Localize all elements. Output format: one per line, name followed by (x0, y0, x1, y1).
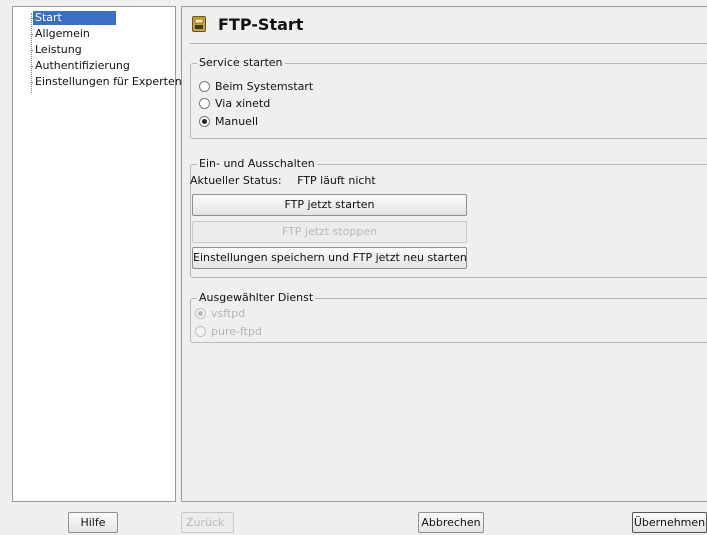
service-start-group: Service starten Beim Systemstart Via xin… (190, 56, 707, 139)
radio-label: Beim Systemstart (215, 79, 314, 93)
radio-label: vsftpd (211, 306, 246, 320)
page-title: FTP-Start (218, 15, 304, 34)
daemon-group: Ausgewählter Dienst vsftpd pure-ftpd (190, 291, 707, 343)
radio-beim-systemstart[interactable]: Beim Systemstart (199, 78, 313, 94)
radio-pure-ftpd[interactable]: pure-ftpd (195, 323, 262, 339)
help-button[interactable]: Hilfe (68, 512, 118, 533)
radio-button[interactable] (199, 97, 210, 109)
radio-vsftpd[interactable]: vsftpd (195, 305, 245, 321)
radio-label: Manuell (215, 114, 259, 128)
daemon-legend: Ausgewählter Dienst (197, 291, 316, 304)
service-start-legend: Service starten (197, 56, 285, 69)
navigation-tree[interactable]: Start Allgemein Leistung Authentifizieru… (12, 6, 182, 502)
switch-legend: Ein- und Ausschalten (197, 157, 317, 170)
radio-button[interactable] (195, 325, 206, 337)
radio-label: pure-ftpd (211, 324, 262, 338)
status-value: FTP läuft nicht (297, 174, 376, 187)
back-button[interactable]: Zurück (181, 512, 234, 533)
tree-item-authentifizierung[interactable]: Authentifizierung (30, 59, 132, 73)
radio-manuell[interactable]: Manuell (199, 113, 258, 129)
start-ftp-button[interactable]: FTP jetzt starten (192, 194, 467, 216)
radio-label: Via xinetd (215, 96, 271, 110)
tree-item-experten[interactable]: Einstellungen für Experten (30, 75, 184, 89)
radio-button[interactable] (195, 307, 206, 319)
accept-button[interactable]: Übernehmen (632, 512, 707, 533)
tree-item-leistung[interactable]: Leistung (30, 43, 84, 57)
stop-ftp-button[interactable]: FTP jetzt stoppen (192, 221, 467, 243)
status-row: Aktueller Status: FTP läuft nicht (190, 174, 376, 187)
tree-item-allgemein[interactable]: Allgemein (30, 27, 92, 41)
radio-via-xinetd[interactable]: Via xinetd (199, 95, 270, 111)
save-restart-button[interactable]: Einstellungen speichern und FTP jetzt ne… (192, 247, 467, 269)
radio-button[interactable] (199, 115, 210, 127)
header-separator (190, 43, 707, 44)
cancel-button[interactable]: Abbrechen (418, 512, 484, 533)
ftp-folder-icon (192, 16, 206, 32)
status-label: Aktueller Status: (190, 174, 282, 187)
tree-guide-line (31, 13, 32, 93)
tree-item-start[interactable]: Start (30, 11, 116, 25)
radio-button[interactable] (199, 80, 210, 92)
content-panel: FTP-Start Service starten Beim Systemsta… (181, 6, 707, 502)
